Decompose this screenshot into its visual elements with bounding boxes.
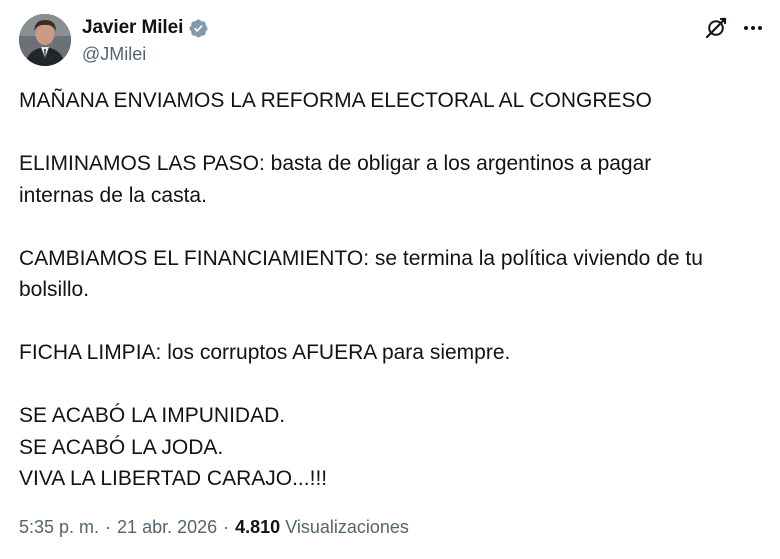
post-date[interactable]: 21 abr. 2026 (117, 517, 217, 538)
tweet-meta: 5:35 p. m. · 21 abr. 2026 · 4.810 Visual… (19, 517, 409, 538)
display-name-row: Javier Milei (82, 16, 209, 40)
avatar[interactable] (19, 14, 71, 66)
post-time[interactable]: 5:35 p. m. (19, 517, 99, 538)
views-count: 4.810 (235, 517, 281, 537)
tweet-paragraph-financiamiento: CAMBIAMOS EL FINANCIAMIENTO: se termina … (19, 246, 703, 302)
tweet-actions (704, 16, 764, 40)
author-handle[interactable]: @JMilei (82, 44, 209, 65)
verified-badge-icon[interactable] (188, 18, 209, 39)
views-label: Visualizaciones (285, 517, 409, 537)
tweet-text: MAÑANA ENVIAMOS LA REFORMA ELECTORAL AL … (19, 85, 764, 495)
meta-separator: · (223, 517, 230, 537)
tweet-header: Javier Milei @JMilei (19, 14, 764, 66)
tweet-line-impunidad: SE ACABÓ LA IMPUNIDAD. (19, 404, 286, 427)
tweet-paragraph-headline: MAÑANA ENVIAMOS LA REFORMA ELECTORAL AL … (19, 89, 652, 112)
tweet-paragraph-ficha-limpia: FICHA LIMPIA: los corruptos AFUERA para … (19, 341, 511, 364)
display-name[interactable]: Javier Milei (82, 17, 183, 39)
tweet-paragraph-paso: ELIMINAMOS LAS PASO: basta de obligar a … (19, 152, 652, 207)
tweet-card: Javier Milei @JMilei MAÑANA ENVIAMOS LA … (0, 0, 780, 559)
grok-icon[interactable] (704, 16, 728, 40)
avatar-image (19, 14, 71, 66)
tweet-line-joda: SE ACABÓ LA JODA. (19, 435, 224, 459)
meta-separator: · (105, 517, 112, 537)
author-names: Javier Milei @JMilei (82, 16, 209, 65)
tweet-line-libertad: VIVA LA LIBERTAD CARAJO...!!! (19, 467, 328, 490)
more-options-icon[interactable] (742, 17, 764, 39)
